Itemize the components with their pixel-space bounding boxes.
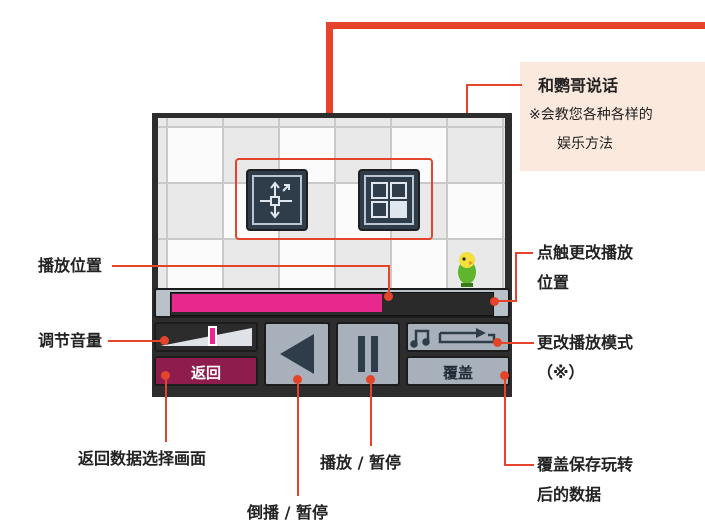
callout-line-top-horizontal: [326, 22, 705, 29]
seek-bar-fill: [172, 294, 382, 312]
callout-line-touch-h: [515, 252, 533, 254]
callout-line-touch-h2: [496, 300, 517, 302]
callout-line-overwrite-h: [504, 464, 534, 466]
talk-title: 和鹦哥说话: [538, 76, 619, 95]
overwrite-button-label: 覆盖: [442, 364, 473, 382]
label-play-position: 播放位置: [38, 256, 103, 275]
callout-line-return: [165, 376, 167, 442]
callout-line-play-position-h: [112, 265, 390, 267]
grid-icon: [371, 182, 407, 218]
parakeet-icon[interactable]: [452, 249, 482, 289]
callout-dot-return: [161, 371, 170, 380]
view-grid-button[interactable]: [358, 169, 420, 231]
talk-note-line2: 娱乐方法: [557, 136, 613, 152]
callout-line-change-mode: [498, 342, 534, 344]
label-play-pause: 播放 / 暂停: [320, 453, 401, 472]
callout-line-touch-v: [515, 252, 517, 302]
back-button[interactable]: 返回: [154, 356, 258, 386]
callout-dot-overwrite: [500, 371, 509, 380]
volume-control[interactable]: [154, 322, 258, 352]
label-touch-change-2: 位置: [537, 273, 570, 292]
label-return-select: 返回数据选择画面: [78, 449, 207, 468]
label-change-mode-2: （※）: [537, 363, 585, 382]
back-button-label: 返回: [190, 364, 221, 382]
overwrite-button[interactable]: 覆盖: [406, 356, 510, 386]
label-rewind-pause: 倒播 / 暂停: [247, 503, 328, 522]
volume-ramp-icon: [160, 328, 252, 346]
callout-line-talk-h: [466, 84, 522, 86]
callout-dot-volume: [160, 336, 169, 345]
label-overwrite-2: 后的数据: [537, 485, 602, 504]
repeat-mode-icon: [410, 328, 496, 348]
volume-slider-knob[interactable]: [208, 326, 217, 346]
play-mode-button[interactable]: [406, 322, 510, 352]
callout-dot-rewind: [293, 375, 302, 384]
talk-note-line1: ※会教您各种各样的: [529, 107, 653, 123]
callout-dot-change-mode: [493, 338, 502, 347]
callout-line-volume: [108, 340, 164, 342]
callout-line-overwrite-v: [504, 376, 506, 466]
label-volume: 调节音量: [38, 331, 103, 350]
callout-line-play-pause: [370, 380, 372, 446]
callout-dot-play-position: [384, 292, 393, 301]
callout-dot-touch: [490, 297, 499, 306]
label-touch-change-1: 点触更改播放: [537, 243, 634, 262]
callout-dot-play-pause: [366, 375, 375, 384]
move-view-button[interactable]: [246, 169, 308, 231]
move-arrows-icon: [260, 181, 292, 219]
label-overwrite-1: 覆盖保存玩转: [537, 455, 634, 474]
label-change-mode-1: 更改播放模式: [537, 333, 634, 352]
callout-line-rewind: [297, 380, 299, 496]
